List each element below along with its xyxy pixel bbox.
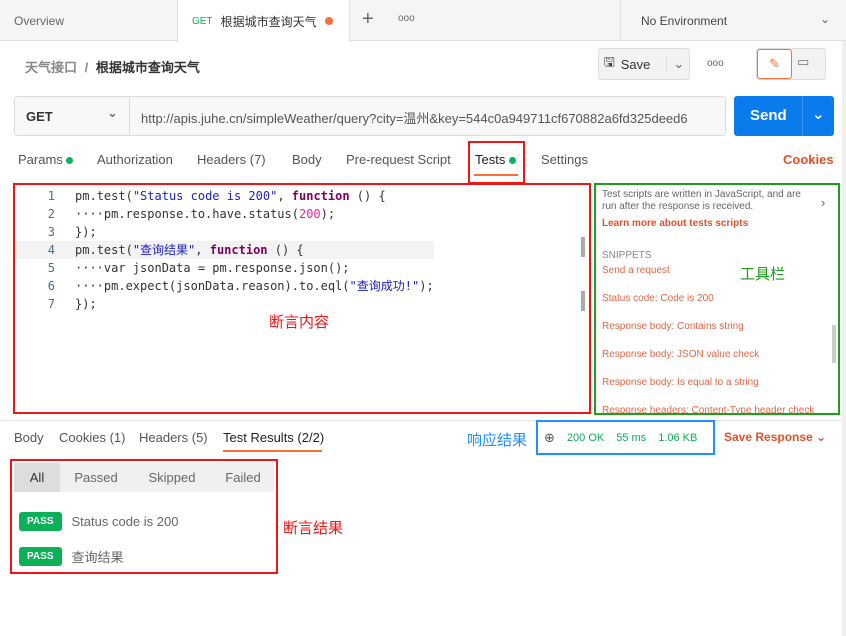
chevron-down-icon: ⌄ <box>107 105 118 120</box>
annotation-assert-result: 断言结果 <box>283 520 344 537</box>
environment-select[interactable]: No Environment ⌄ <box>620 0 846 41</box>
more-button[interactable]: ooo <box>707 58 724 69</box>
save-response-button[interactable]: Save Response ⌄ <box>724 430 826 444</box>
unsaved-dot-icon <box>325 17 333 25</box>
pass-badge: PASS <box>19 512 62 531</box>
snippet-item[interactable]: Response body: JSON value check <box>602 349 759 360</box>
response-status: ⊕ 200 OK 55 ms 1.06 KB <box>536 420 715 455</box>
tab-label: Overview <box>14 13 65 28</box>
url-input[interactable]: http://apis.juhe.cn/simpleWeather/query?… <box>141 108 688 127</box>
environment-label: No Environment <box>641 13 728 28</box>
chevron-down-icon[interactable]: ⌄ <box>802 96 825 136</box>
send-button[interactable]: Send ⌄ <box>734 96 834 136</box>
result-name: 查询结果 <box>71 550 124 565</box>
active-tab-indicator <box>223 450 322 452</box>
filter-passed[interactable]: Passed <box>60 463 132 492</box>
annotation-response-result: 响应结果 <box>467 432 528 449</box>
result-row: PASS 查询结果 <box>19 547 124 566</box>
tab-overview[interactable]: Overview <box>0 0 178 41</box>
tab-params[interactable]: Params <box>18 152 74 167</box>
breadcrumb: 天气接口 / 根据城市查询天气 <box>25 57 200 76</box>
editor-scrollbar[interactable] <box>581 237 585 257</box>
send-label: Send <box>750 107 787 124</box>
tab-request[interactable]: GET 根据城市查询天气 <box>177 0 350 42</box>
tab-body[interactable]: Body <box>292 152 322 167</box>
snippets-intro: Test scripts are written in JavaScript, … <box>602 189 801 212</box>
result-name: Status code is 200 <box>71 514 179 529</box>
method-select[interactable]: GET ⌄ <box>15 97 130 135</box>
tab-tests[interactable]: Tests <box>475 152 516 167</box>
breadcrumb-collection[interactable]: 天气接口 <box>25 60 77 75</box>
chevron-right-icon[interactable]: › <box>821 195 825 210</box>
more-tabs-button[interactable]: ooo <box>398 13 415 24</box>
resp-tab-test-results[interactable]: Test Results (2/2) <box>223 430 324 445</box>
tab-method: GET <box>192 15 213 27</box>
resp-tab-cookies[interactable]: Cookies (1) <box>59 430 125 445</box>
edit-icon[interactable]: ✎ <box>757 49 792 79</box>
test-results-panel: All Passed Skipped Failed PASS Status co… <box>10 459 278 574</box>
learn-more-link[interactable]: Learn more about tests scripts <box>602 218 748 229</box>
breadcrumb-separator: / <box>84 60 89 75</box>
cookies-link[interactable]: Cookies <box>783 152 834 167</box>
comment-icon[interactable]: ▭ <box>797 54 809 70</box>
view-toggle: ✎ ▭ <box>756 48 826 80</box>
window-edge <box>842 41 846 636</box>
new-tab-button[interactable]: + <box>362 8 374 31</box>
resp-tab-body[interactable]: Body <box>14 430 44 445</box>
tab-label: 根据城市查询天气 <box>220 14 317 29</box>
editor-scrollbar-thumb[interactable] <box>581 291 585 311</box>
result-row: PASS Status code is 200 <box>19 512 178 531</box>
annotation-toolbar: 工具栏 <box>740 266 786 283</box>
method-label: GET <box>26 108 53 124</box>
snippets-heading: SNIPPETS <box>602 250 652 261</box>
filter-failed[interactable]: Failed <box>212 463 274 492</box>
snippet-item[interactable]: Send a request <box>602 265 670 276</box>
tab-headers[interactable]: Headers (7) <box>197 152 266 167</box>
filter-skipped[interactable]: Skipped <box>132 463 212 492</box>
globe-icon: ⊕ <box>544 429 555 445</box>
snippet-item[interactable]: Response headers: Content-Type header ch… <box>602 405 814 414</box>
status-dot-icon <box>508 157 516 164</box>
snippet-item[interactable]: Response body: Contains string <box>602 321 744 332</box>
filter-all[interactable]: All <box>14 463 60 492</box>
chevron-down-icon: ⌄ <box>819 12 830 26</box>
snippet-item[interactable]: Status code: Code is 200 <box>602 293 714 304</box>
save-label: Save <box>620 56 651 72</box>
chevron-down-icon: ⌄ <box>816 430 827 444</box>
response-size: 1.06 KB <box>658 431 698 444</box>
divider <box>0 420 846 421</box>
annotation-assert-content: 断言内容 <box>269 314 330 331</box>
status-dot-icon <box>66 157 74 164</box>
save-button[interactable]: 🖫 Save ⌄ <box>598 48 690 80</box>
tab-settings[interactable]: Settings <box>541 152 588 167</box>
url-bar: GET ⌄ http://apis.juhe.cn/simpleWeather/… <box>14 96 726 136</box>
code-editor[interactable]: 1 pm.test("Status code is 200", function … <box>13 183 591 414</box>
resp-tab-headers[interactable]: Headers (5) <box>139 430 208 445</box>
status-code: 200 OK <box>566 431 605 444</box>
result-filters: All Passed Skipped Failed <box>14 463 274 492</box>
active-tab-indicator <box>474 174 518 176</box>
tab-pre-request-script[interactable]: Pre-request Script <box>346 152 451 167</box>
tab-authorization[interactable]: Authorization <box>97 152 173 167</box>
snippets-scrollbar[interactable] <box>832 325 836 363</box>
chevron-down-icon[interactable]: ⌄ <box>666 56 684 72</box>
pass-badge: PASS <box>19 547 62 566</box>
breadcrumb-request: 根据城市查询天气 <box>95 60 200 75</box>
snippet-item[interactable]: Response body: Is equal to a string <box>602 377 759 388</box>
response-time: 55 ms <box>616 431 647 444</box>
code-lines: 1 pm.test("Status code is 200", function … <box>15 187 434 313</box>
save-icon: 🖫 <box>603 54 615 69</box>
